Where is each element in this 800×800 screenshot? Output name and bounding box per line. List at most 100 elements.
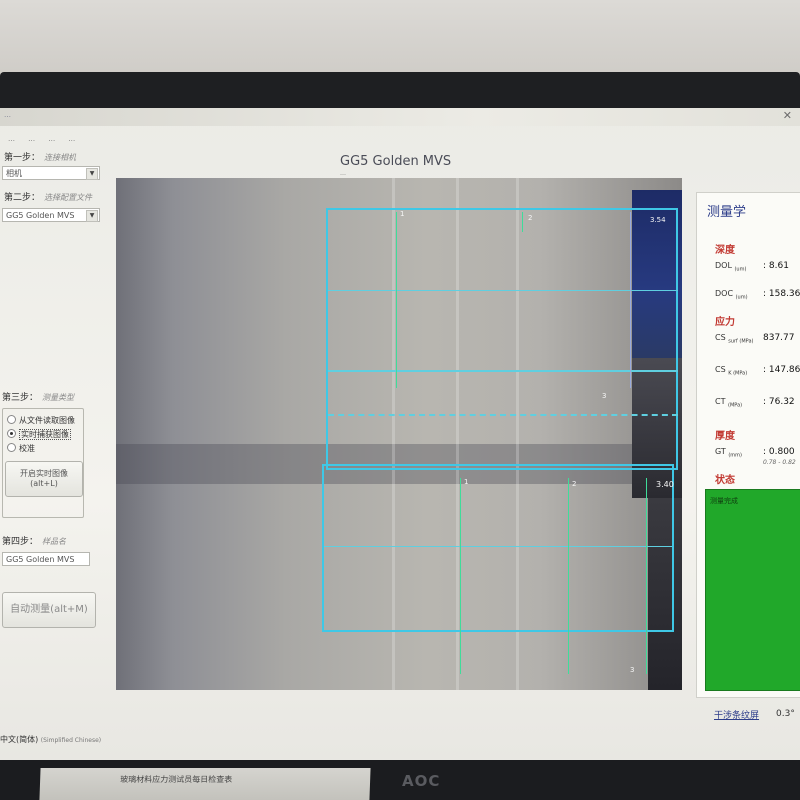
config-select-value: GG5 Golden MVS <box>6 211 75 220</box>
gt-value: : 0.800 <box>763 447 795 457</box>
step2-label: 第二步： 选择配置文件 <box>4 190 92 203</box>
roi-dashed-line <box>328 414 678 416</box>
doc-value: : 158.36 <box>763 289 800 299</box>
gt-unit: (mm) <box>728 452 743 459</box>
menu-item-2[interactable]: … <box>28 135 35 143</box>
cs-k-unit: K (MPa) <box>728 370 748 377</box>
menu-item-1[interactable]: … <box>8 135 15 143</box>
step2-hint: 选择配置文件 <box>44 193 93 202</box>
fringe-marker <box>522 212 523 232</box>
fringe-marker <box>568 478 569 674</box>
fringe-screen-link[interactable]: 干涉条纹屏 <box>714 708 759 721</box>
dol-label: DOL (um) <box>715 261 746 273</box>
language-indicator: 中文(简体) (Simplified Chinese) <box>0 734 101 745</box>
dol-name: DOL <box>715 261 732 270</box>
marker-label: 1 <box>400 210 405 218</box>
step1-title: 第一步： <box>4 153 41 163</box>
chevron-down-icon[interactable]: ▼ <box>86 210 98 222</box>
dol-unit: (um) <box>734 266 747 273</box>
roi-divider <box>328 290 678 291</box>
gt-name: GT <box>715 447 726 456</box>
radio-button[interactable] <box>7 415 16 424</box>
step4-hint: 样品名 <box>42 537 67 546</box>
step3-hint: 测量类型 <box>42 393 75 402</box>
chevron-down-icon[interactable]: ▼ <box>86 168 98 180</box>
paper-title: 玻璃材料应力测试员每日检查表 <box>120 775 233 784</box>
radio-label: 从文件读取图像 <box>19 416 75 425</box>
radio-from-file[interactable]: 从文件读取图像 <box>7 415 75 426</box>
fringe-marker <box>396 212 397 388</box>
app-title: GG5 Golden MVS <box>340 154 452 169</box>
step2-title: 第二步： <box>4 193 41 203</box>
status-indicator: 测量完成 <box>705 489 800 691</box>
menu-item-4[interactable]: … <box>68 135 75 143</box>
auto-measure-button[interactable]: 自动测量(alt+M) <box>2 592 96 628</box>
step3-label: 第三步： 测量类型 <box>2 390 74 403</box>
radio-live-capture[interactable]: 实时捕获图像 <box>7 429 71 440</box>
depth-section-title: 深度 <box>715 245 735 256</box>
step1-hint: 连接相机 <box>44 153 77 162</box>
camera-select[interactable]: 相机 ▼ <box>2 166 100 180</box>
marker-label: 2 <box>528 214 533 222</box>
cs-k-value: : 147.86 <box>763 365 800 375</box>
roi-bottom-box[interactable] <box>322 464 674 632</box>
cs-k-label: CS K (MPa) <box>715 365 747 377</box>
fringe-marker <box>646 478 647 674</box>
marker-label: 3.40 <box>656 480 674 489</box>
cs-surf-name: CS <box>715 333 726 342</box>
dol-value: : 8.61 <box>763 261 789 271</box>
marker-label: 2 <box>572 480 577 488</box>
radio-button[interactable] <box>7 443 16 452</box>
ct-name: CT <box>715 397 726 406</box>
language-en: (Simplified Chinese) <box>40 737 102 744</box>
menu-bar: … … … … <box>0 126 800 143</box>
measure-type-group: 从文件读取图像 实时捕获图像 校准 开启实时图像 (alt+L) <box>2 408 84 518</box>
checklist-paper: 玻璃材料应力测试员每日检查表 <box>39 768 371 800</box>
marker-label: 3 <box>602 392 607 400</box>
metrology-title: 测量学 <box>707 205 747 220</box>
cs-surf-value: 837.77 <box>763 333 795 343</box>
step3-title: 第三步： <box>2 393 39 403</box>
cs-surf-label: CS surf (MPa) <box>715 333 753 345</box>
radio-label: 实时捕获图像 <box>19 429 71 440</box>
roi-divider <box>328 370 678 372</box>
metrology-panel: 测量学 深度 DOL (um) : 8.61 DOC (um) : 158.36… <box>696 192 800 698</box>
sample-name-input[interactable]: GG5 Golden MVS <box>2 552 90 566</box>
marker-label: 1 <box>464 478 469 486</box>
marker-label: 3 <box>630 666 635 674</box>
monitor-brand-logo: AOC <box>402 772 441 790</box>
status-text: 测量完成 <box>710 497 738 505</box>
radio-button[interactable] <box>7 429 16 438</box>
step1-label: 第一步： 连接相机 <box>4 150 76 163</box>
status-section-title: 状态 <box>715 475 735 486</box>
doc-unit: (um) <box>735 294 748 301</box>
app-subtitle: … <box>340 170 346 177</box>
step4-label: 第四步： 样品名 <box>2 534 66 547</box>
step4-title: 第四步： <box>2 537 39 547</box>
fringe-marker <box>630 212 631 388</box>
menu-item-3[interactable]: … <box>48 135 55 143</box>
doc-name: DOC <box>715 289 734 298</box>
doc-label: DOC (um) <box>715 289 748 301</box>
marker-label: 3.54 <box>650 216 666 224</box>
fringe-marker <box>460 478 461 674</box>
radio-label: 校准 <box>19 444 35 453</box>
window-title: … <box>4 111 11 119</box>
window-titlebar: … ✕ <box>0 108 800 126</box>
ct-label: CT (MPa) <box>715 397 742 409</box>
roi-divider <box>324 546 672 547</box>
thickness-section-title: 厚度 <box>715 431 735 442</box>
cs-surf-unit: surf (MPa) <box>728 338 754 345</box>
live-image-button-shortcut: (alt+L) <box>30 479 58 488</box>
ct-unit: (MPa) <box>728 402 743 409</box>
gt-label: GT (mm) <box>715 447 742 459</box>
monitor-screen: … ✕ … … … … 第一步： 连接相机 相机 ▼ 第二步： 选择配置文件 GG5… <box>0 108 800 760</box>
config-select[interactable]: GG5 Golden MVS ▼ <box>2 208 100 222</box>
camera-view[interactable]: 1 2 3.54 3 1 2 3.40 3 <box>116 178 682 690</box>
close-icon[interactable]: ✕ <box>783 109 792 122</box>
live-image-button[interactable]: 开启实时图像 (alt+L) <box>5 461 83 497</box>
cs-k-name: CS <box>715 365 726 374</box>
gt-range: 0.78 - 0.82 <box>763 459 796 466</box>
roi-top-box[interactable] <box>326 208 678 470</box>
radio-calibrate[interactable]: 校准 <box>7 443 35 454</box>
